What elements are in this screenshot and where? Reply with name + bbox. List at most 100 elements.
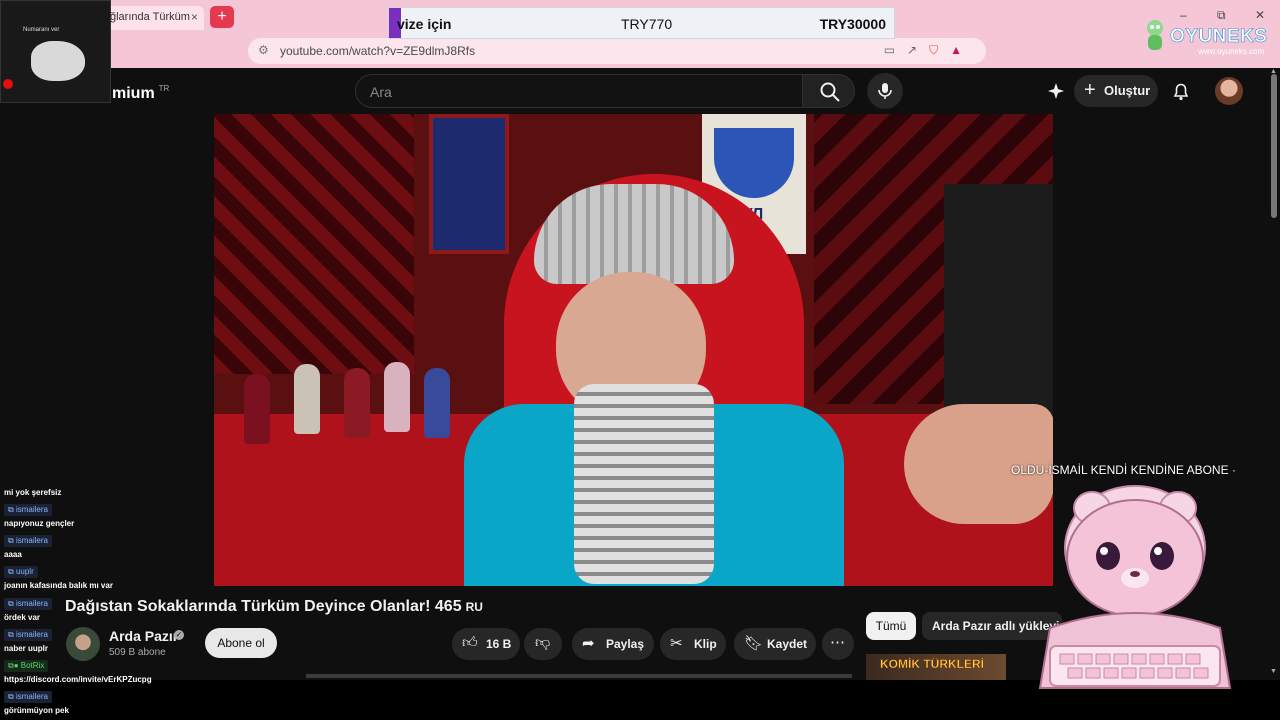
webcam-overlay: Numaranı ver (0, 0, 111, 103)
recommended-thumbnail[interactable]: KOMİK TÜRKLERİ (866, 654, 1006, 680)
chat-username-bot: ⧉● BotRix (4, 660, 49, 672)
voice-search-button[interactable] (867, 73, 903, 109)
region-code: TR (158, 84, 170, 93)
tab-title: ğlarında Türküm (110, 11, 190, 23)
chip-all[interactable]: Tümü (866, 612, 916, 640)
recording-dot-icon (3, 79, 13, 89)
thumbnail-text: KOMİK TÜRKLERİ (880, 657, 984, 671)
brand-name: OYUNEKS (1170, 26, 1268, 48)
create-label: Oluştur (1104, 83, 1151, 98)
subscriber-count: 509 B abone (109, 647, 166, 658)
chat-message: napıyonuz gençler (4, 519, 75, 528)
plus-icon: + (1084, 79, 1096, 101)
like-button[interactable]: 👍︎ 16 B (452, 628, 520, 660)
scroll-down-icon[interactable]: ▼ (1270, 668, 1277, 675)
chat-username-text: BotRix (20, 661, 45, 670)
price-label: vize için (397, 16, 452, 32)
url-text: youtube.com/watch?v=ZE9dlmJ8Rfs (280, 44, 476, 58)
chat-username-text: uuplr (15, 567, 34, 576)
url-field[interactable]: ⚙ youtube.com/watch?v=ZE9dlmJ8Rfs ▭↗⛉▲ (248, 38, 986, 64)
chat-username-text: ismailera (15, 505, 48, 514)
page-scrollbar[interactable]: ▲ ▼ (1268, 68, 1280, 680)
browser-tab[interactable]: ğlarında Türküm × (100, 6, 204, 30)
coin-necklace (574, 384, 714, 584)
video-title-tag: RU (465, 600, 483, 614)
channel-name[interactable]: Arda Pazır (109, 628, 178, 644)
webcam-caption: Numaranı ver (23, 27, 60, 33)
doll-collection (234, 354, 454, 444)
presenter (444, 154, 864, 586)
chat-username: ⧉ uuplr (4, 566, 38, 578)
chat-message: görünmüyon pek (4, 706, 69, 715)
webcam-subject (31, 41, 85, 81)
share-page-icon[interactable]: ↗ (907, 43, 929, 57)
background-rug (214, 114, 414, 374)
chat-message: joanın kafasında balık mı var (4, 581, 113, 590)
ai-sparkle-icon[interactable] (1045, 80, 1067, 102)
search-icon (820, 82, 840, 102)
search-button[interactable] (802, 74, 855, 108)
tab-close-icon[interactable]: × (191, 10, 198, 24)
like-count: 16 B (486, 637, 512, 651)
verified-check-icon: ✓ (174, 630, 184, 640)
chat-message: naber uuplr (4, 644, 49, 653)
create-button[interactable]: + Oluştur (1074, 75, 1158, 107)
thumbs-down-icon: 👎︎ (535, 634, 551, 651)
cast-icon[interactable]: ▭ (884, 43, 907, 57)
loading-bar (306, 674, 852, 678)
price-banner: vize için TRY770 TRY30000 (388, 7, 895, 39)
more-dots-icon: ⋯ (830, 634, 845, 651)
dislike-button[interactable]: 👎︎ (524, 628, 562, 660)
doll (384, 362, 410, 432)
scrollbar-thumb[interactable] (1271, 74, 1277, 218)
chat-username: ⧉ ismailera (4, 629, 52, 641)
chat-message: mi yok şerefsiz (4, 488, 62, 497)
save-label: Kaydet (767, 637, 808, 651)
chat-message: ördek var (4, 613, 41, 622)
chat-username-text: ismailera (15, 692, 48, 701)
doll (344, 368, 370, 438)
video-player[interactable]: АГУЛ (214, 114, 1053, 586)
chat-message: aaaa (4, 550, 22, 559)
share-icon: ➦ (582, 635, 595, 652)
video-title: Dağıstan Sokaklarında Türküm Deyince Ola… (65, 598, 483, 616)
chat-username: ⧉ ismailera (4, 504, 52, 516)
doll (244, 374, 270, 444)
url-action-icons: ▭↗⛉▲ (884, 43, 974, 58)
search-input[interactable]: Ara (355, 74, 803, 108)
otter-mascot-illustration (1038, 485, 1232, 689)
new-tab-button[interactable]: + (210, 6, 234, 28)
logo-text: mium (112, 85, 155, 102)
user-avatar[interactable] (1215, 77, 1243, 105)
share-button[interactable]: ➦ Paylaş (572, 628, 654, 660)
thumbs-up-icon: 👍︎ (462, 634, 478, 651)
stream-alert: OLDU-İSMAİL KENDİ KENDİNE ABONE · (1011, 463, 1236, 477)
chat-message: https://discord.com/invite/vErKPZucpg (4, 675, 152, 684)
brand-site: www.oyuneks.com (1198, 47, 1265, 56)
save-button[interactable]: 🔖︎ Kaydet (734, 628, 816, 660)
brave-shield-icon[interactable]: ⛉ (929, 43, 950, 57)
more-actions-button[interactable]: ⋯ (822, 628, 854, 660)
microphone-icon (878, 83, 892, 99)
rewards-icon[interactable]: ▲ (950, 43, 974, 57)
notifications-bell-icon[interactable] (1170, 80, 1192, 102)
chat-username: ⧉ ismailera (4, 535, 52, 547)
chat-username-text: ismailera (15, 599, 48, 608)
youtube-logo[interactable]: mium TR (112, 84, 169, 103)
price-value-1: TRY770 (621, 16, 673, 32)
chat-username-text: ismailera (15, 536, 48, 545)
clip-button[interactable]: ✂ Klip (660, 628, 726, 660)
channel-avatar[interactable] (66, 627, 100, 661)
bookmark-icon: 🔖︎ (744, 635, 764, 652)
scissors-icon: ✂ (670, 635, 683, 652)
search-placeholder: Ara (370, 84, 392, 100)
chat-username-text: ismailera (15, 630, 48, 639)
clip-label: Klip (694, 637, 717, 651)
share-label: Paylaş (606, 637, 645, 651)
mascot-icon (1147, 20, 1163, 50)
subscribe-button[interactable]: Abone ol (205, 628, 277, 658)
doll (294, 364, 320, 434)
site-info-icon[interactable]: ⚙ (258, 43, 269, 57)
chat-username: ⧉ ismailera (4, 691, 52, 703)
background-object (944, 184, 1053, 424)
